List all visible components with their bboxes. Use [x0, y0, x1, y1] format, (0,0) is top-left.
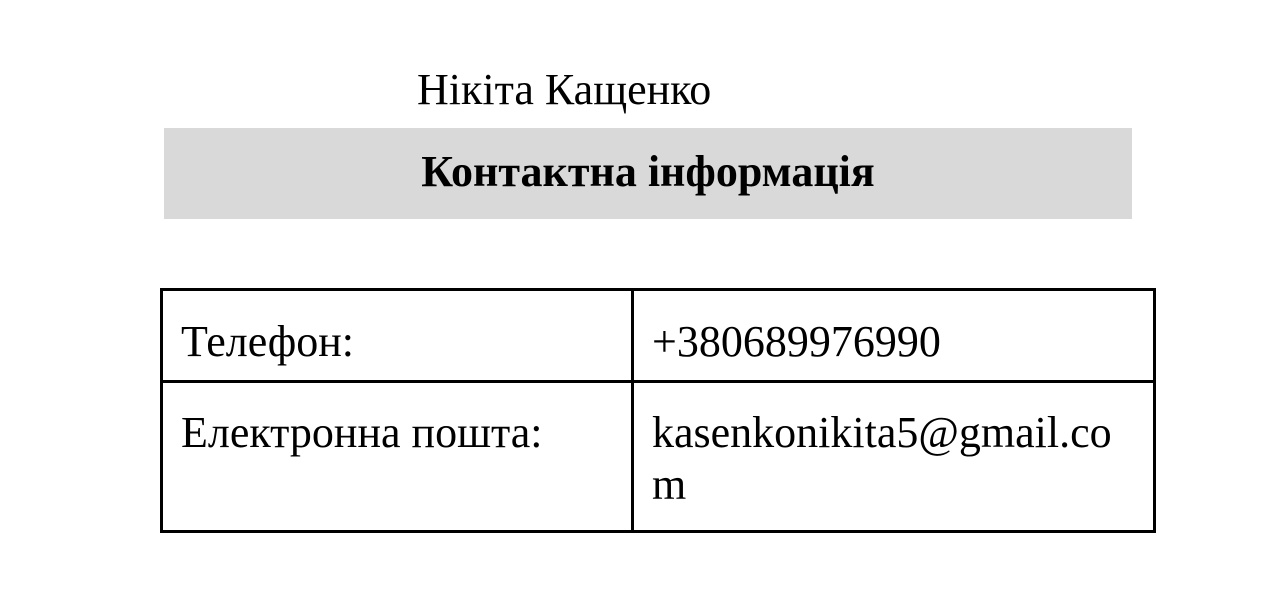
section-header: Контактна інформація — [164, 128, 1132, 219]
table-row-email: Електронна пошта: kasenkonikita5@gmail.c… — [160, 380, 1156, 533]
person-name: Нікіта Кащенко — [417, 65, 712, 114]
contact-table: Телефон: +380689976990 Електронна пошта:… — [160, 288, 1156, 533]
section-title: Контактна інформація — [421, 146, 875, 196]
email-value: kasenkonikita5@gmail.com — [631, 380, 1156, 533]
email-label: Електронна пошта: — [160, 380, 634, 533]
table-row-phone: Телефон: +380689976990 — [160, 288, 1156, 383]
phone-label: Телефон: — [160, 288, 634, 383]
contact-document: { "person": { "name": "Нікіта Кащенко" }… — [0, 0, 1280, 595]
phone-value: +380689976990 — [631, 288, 1156, 383]
